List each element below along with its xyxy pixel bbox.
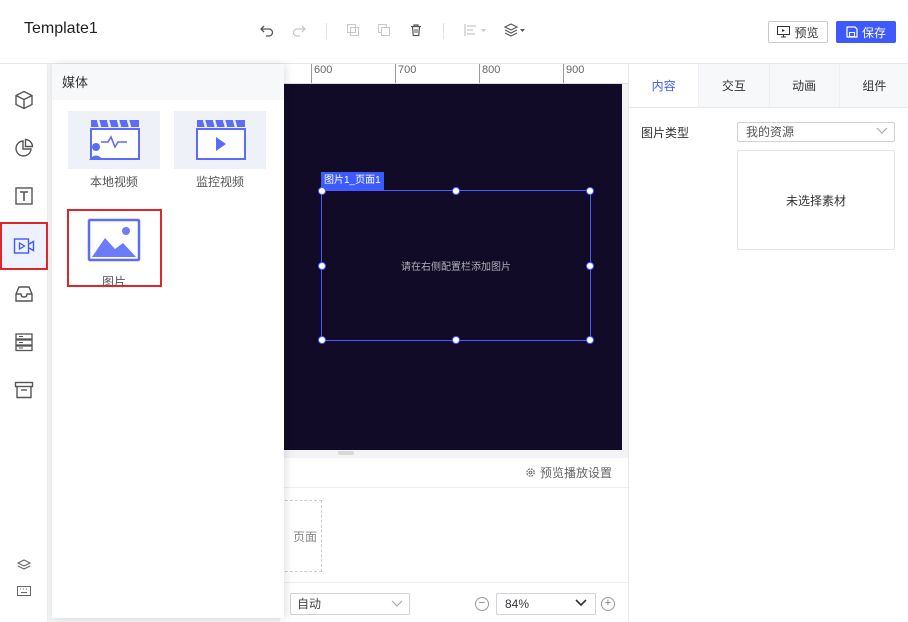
layers-icon[interactable] bbox=[504, 22, 526, 38]
ruler-label: 600 bbox=[311, 64, 332, 83]
save-icon bbox=[846, 26, 858, 38]
resize-handle[interactable] bbox=[452, 187, 460, 195]
surveillance-video-item[interactable]: 监控视频 bbox=[174, 111, 266, 190]
text-icon[interactable] bbox=[0, 172, 48, 220]
resize-handle[interactable] bbox=[318, 336, 326, 344]
template-title: Template1 bbox=[24, 20, 98, 37]
chevron-down-icon bbox=[575, 599, 587, 607]
resize-handle[interactable] bbox=[586, 336, 594, 344]
tab-content[interactable]: 内容 bbox=[629, 64, 699, 107]
chevron-down-icon bbox=[391, 600, 403, 607]
image-type-select[interactable]: 我的资源 bbox=[737, 122, 895, 142]
keyboard-icon[interactable] bbox=[16, 584, 32, 598]
tab-animation[interactable]: 动画 bbox=[768, 64, 839, 107]
tab-interaction[interactable]: 交互 bbox=[698, 64, 769, 107]
ruler-label: 900 bbox=[563, 64, 584, 83]
playback-mode-select[interactable]: 自动 bbox=[290, 593, 410, 615]
zoom-select[interactable]: 84% bbox=[496, 593, 596, 615]
zoom-in-button[interactable]: + bbox=[601, 597, 615, 611]
ruler-label: 700 bbox=[395, 64, 416, 83]
pie-chart-icon[interactable] bbox=[0, 124, 48, 172]
preview-settings-label: 预览播放设置 bbox=[539, 466, 612, 480]
empty-image-hint: 请在右侧配置栏添加图片 bbox=[401, 262, 511, 273]
selected-item-highlight bbox=[67, 209, 162, 287]
gear-icon bbox=[526, 468, 535, 477]
paste-icon[interactable] bbox=[376, 22, 392, 38]
video-icon[interactable] bbox=[0, 222, 48, 270]
local-video-item[interactable]: 本地视频 bbox=[68, 111, 160, 190]
align-icon[interactable] bbox=[463, 22, 489, 38]
horizontal-scrollbar[interactable] bbox=[338, 451, 354, 455]
divider bbox=[280, 487, 628, 488]
ruler-label: 800 bbox=[479, 64, 500, 83]
page-manager: 预览播放设置 页面 自动 − 84% + bbox=[280, 458, 628, 622]
properties-panel: 内容 交互 动画 组件 图片类型 我的资源 未选择素材 bbox=[628, 64, 908, 622]
toolbar-divider bbox=[443, 23, 444, 39]
add-page-card[interactable]: 页面 bbox=[280, 500, 322, 572]
resize-handle[interactable] bbox=[318, 261, 326, 270]
top-bar: Template1 预览 保存 bbox=[0, 0, 908, 64]
asset-picker[interactable]: 未选择素材 bbox=[737, 150, 895, 250]
component-rail bbox=[0, 64, 48, 622]
media-item-label: 本地视频 bbox=[89, 175, 138, 189]
resize-handle[interactable] bbox=[586, 187, 594, 195]
page-card-label: 页面 bbox=[292, 529, 317, 544]
stack-icon[interactable] bbox=[16, 558, 32, 572]
trash-icon[interactable] bbox=[408, 22, 424, 38]
archive-icon[interactable] bbox=[0, 366, 48, 414]
footer-toolbar: 自动 − 84% + bbox=[280, 582, 628, 622]
preview-label: 预览 bbox=[794, 25, 819, 40]
empty-asset-text: 未选择素材 bbox=[785, 193, 846, 208]
image-type-value: 我的资源 bbox=[746, 125, 795, 139]
canvas-stage[interactable]: 图片1_页面1 请在右侧配置栏添加图片 bbox=[283, 84, 622, 450]
surveillance-video-icon bbox=[174, 111, 266, 169]
resize-handle[interactable] bbox=[318, 187, 326, 195]
zoom-out-button[interactable]: − bbox=[475, 597, 489, 611]
preview-settings-link[interactable]: 预览播放设置 bbox=[525, 464, 612, 481]
inbox-icon[interactable] bbox=[0, 270, 48, 318]
local-video-icon bbox=[68, 111, 160, 169]
monitor-icon bbox=[777, 26, 791, 38]
tab-component[interactable]: 组件 bbox=[838, 64, 908, 107]
image-component-selection[interactable]: 图片1_页面1 请在右侧配置栏添加图片 bbox=[318, 172, 594, 344]
image-type-label: 图片类型 bbox=[641, 126, 690, 140]
save-label: 保存 bbox=[861, 25, 886, 40]
playback-mode-value: 自动 bbox=[297, 597, 322, 611]
component-name-tag: 图片1_页面1 bbox=[321, 172, 384, 190]
media-item-label: 监控视频 bbox=[195, 175, 244, 189]
server-icon[interactable] bbox=[0, 318, 48, 366]
copy-icon[interactable] bbox=[345, 22, 361, 38]
properties-tabs: 内容 交互 动画 组件 bbox=[629, 64, 908, 108]
horizontal-ruler: 600 700 800 900 bbox=[280, 64, 628, 84]
redo-icon[interactable] bbox=[291, 22, 307, 38]
cube-icon[interactable] bbox=[0, 76, 48, 124]
save-button[interactable]: 保存 bbox=[836, 21, 896, 43]
chevron-down-icon bbox=[876, 127, 888, 134]
media-panel-title: 媒体 bbox=[52, 64, 284, 100]
resize-handle[interactable] bbox=[452, 336, 460, 344]
toolbar-divider bbox=[326, 23, 327, 39]
undo-icon[interactable] bbox=[259, 22, 275, 38]
resize-handle[interactable] bbox=[586, 261, 594, 270]
zoom-value: 84% bbox=[505, 597, 530, 611]
media-panel: 媒体 本地视频 监控视频 图片 bbox=[52, 64, 284, 618]
preview-button[interactable]: 预览 bbox=[768, 21, 828, 43]
